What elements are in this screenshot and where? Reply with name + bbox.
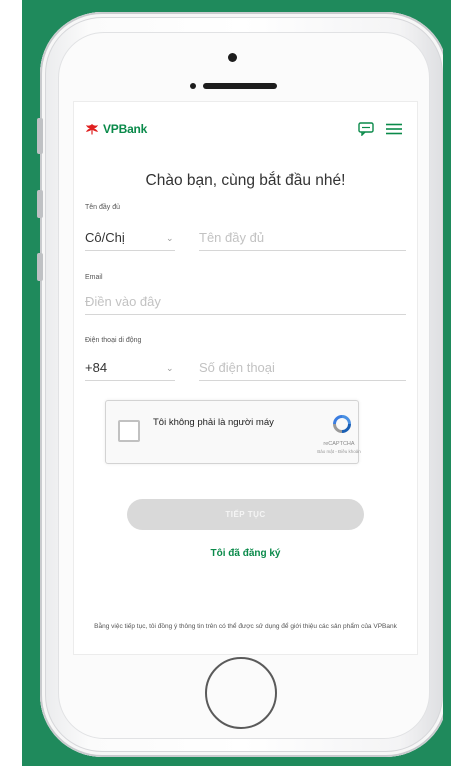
proximity-sensor (190, 83, 196, 89)
country-code-underline (85, 380, 175, 381)
chat-bubble-icon[interactable] (358, 122, 374, 136)
recaptcha-checkbox[interactable] (118, 420, 140, 442)
hamburger-menu-icon[interactable] (386, 123, 402, 135)
fullname-input[interactable]: Tên đầy đủ (199, 230, 264, 245)
email-input[interactable]: Điền vào đây (85, 294, 161, 309)
phone-underline (199, 380, 406, 381)
recaptcha-label: Tôi không phải là người máy (153, 417, 274, 428)
vpbank-logo[interactable]: VPBank (85, 122, 147, 136)
page-title: Chào bạn, cùng bắt đầu nhé! (145, 172, 346, 189)
consent-disclaimer: Bằng việc tiếp tục, tôi đồng ý thông tin… (94, 623, 397, 630)
phone-volume-up (37, 190, 43, 218)
email-underline (85, 314, 406, 315)
phone-volume-down (37, 253, 43, 281)
recaptcha-widget: Tôi không phải là người máy reCAPTCHA Bả… (105, 400, 361, 464)
salutation-select[interactable]: Cô/Chị (85, 230, 125, 245)
already-registered-link[interactable]: Tôi đã đăng ký (74, 548, 417, 559)
email-label: Email (85, 274, 103, 281)
right-green-strip (443, 0, 451, 766)
country-code-select[interactable]: +84 (85, 360, 107, 375)
brand-name: VPBank (103, 122, 148, 136)
recaptcha-icon (333, 415, 351, 433)
phone-label: Điện thoại di động (85, 337, 142, 344)
vpbank-logo-icon (86, 124, 98, 135)
phone-input[interactable]: Số điện thoại (199, 360, 275, 375)
left-white-strip (0, 0, 22, 766)
recaptcha-brand: reCAPTCHA (323, 441, 355, 447)
chevron-down-icon[interactable]: ⌄ (166, 233, 174, 244)
chevron-down-icon[interactable]: ⌄ (166, 363, 174, 374)
phone-screen: VPBank Chào bạn, cùng bắt đầu nhé! Tên đ… (73, 101, 418, 655)
phone-silent-switch (37, 118, 43, 154)
front-camera (228, 53, 237, 62)
fullname-underline (199, 250, 406, 251)
recaptcha-terms-link[interactable]: Bảo mật - Điều khoản (310, 449, 368, 454)
salutation-underline (85, 250, 175, 251)
home-button[interactable] (205, 657, 277, 729)
continue-button[interactable]: TIẾP TỤC (127, 499, 364, 530)
earpiece-speaker (203, 83, 277, 89)
fullname-label: Tên đầy đủ (85, 204, 121, 211)
